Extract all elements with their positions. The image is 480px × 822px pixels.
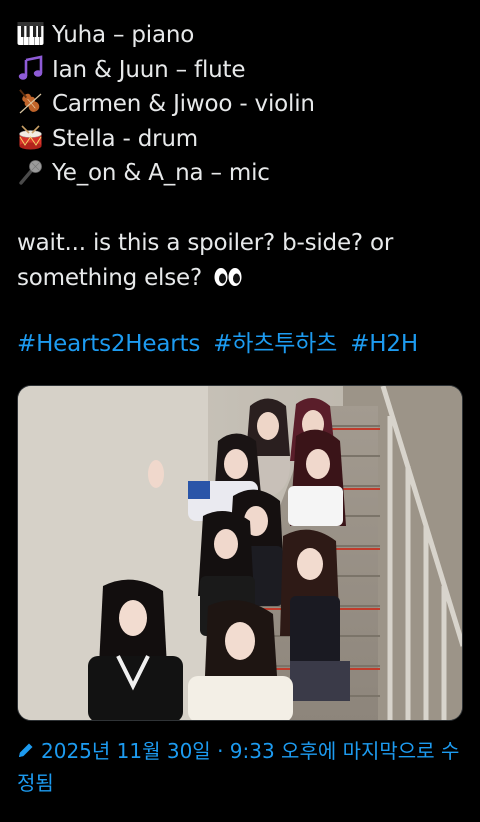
list-item-text: Stella - drum: [52, 125, 199, 152]
list-item: Ye_on & A_na – mic: [17, 156, 315, 191]
hashtag-link[interactable]: #하츠투하츠: [213, 331, 337, 357]
list-item: Carmen & Jiwoo - violin: [17, 87, 315, 122]
piano-keys-icon: [17, 22, 44, 45]
edited-timestamp[interactable]: 2025년 11월 30일 · 9:33 오후에 마지막으로 수정됨: [17, 735, 463, 799]
list-item-text: Ian & Juun – flute: [52, 56, 246, 83]
list-item: Ian & Juun – flute: [17, 53, 315, 88]
list-item: Stella - drum: [17, 122, 315, 157]
list-item-text: Ye_on & A_na – mic: [52, 160, 270, 186]
hashtag-link[interactable]: #H2H: [350, 331, 418, 357]
group-photo-illustration: [18, 386, 462, 720]
hashtag-link[interactable]: #Hearts2Hearts: [17, 331, 200, 357]
pencil-icon: [19, 743, 33, 757]
hashtag-row: #Hearts2Hearts #하츠투하츠 #H2H: [17, 327, 424, 362]
question-text: wait... is this a spoiler? b-side? or so…: [17, 230, 394, 291]
tweet-question: wait... is this a spoiler? b-side? or so…: [17, 226, 463, 295]
list-item-text: Yuha – piano: [52, 22, 195, 48]
eyes-icon: [214, 267, 242, 286]
tweet-photo[interactable]: [17, 385, 463, 721]
violin-icon: [19, 89, 42, 114]
edited-text: 2025년 11월 30일 · 9:33 오후에 마지막으로 수정됨: [17, 739, 460, 795]
instrument-list: Yuha – piano Ian & Juun – flute Carmen &…: [17, 18, 315, 191]
list-item-text: Carmen & Jiwoo - violin: [52, 91, 315, 117]
drum-icon: [19, 124, 42, 149]
music-notes-icon: [18, 54, 43, 80]
list-item: Yuha – piano: [17, 18, 315, 53]
microphone-icon: [19, 160, 42, 185]
